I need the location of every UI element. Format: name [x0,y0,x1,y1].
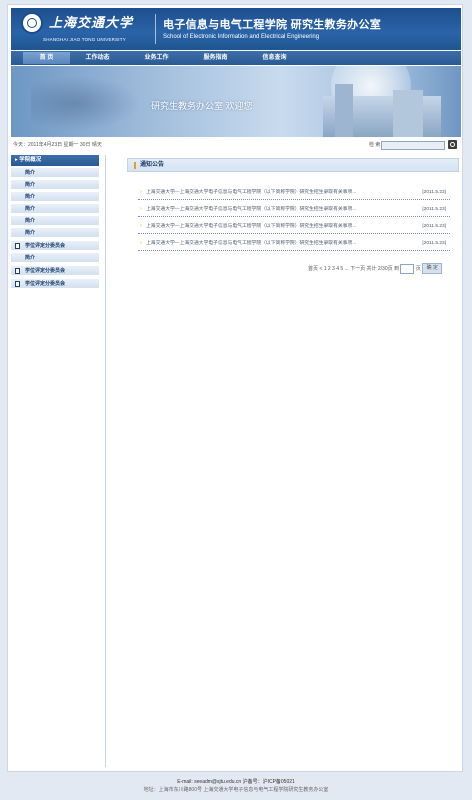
nav-work-news[interactable]: 工作动态 [74,52,121,64]
sidebar-item-label: 简介 [25,170,36,176]
news-title[interactable]: 上海交通大学—上海交通大学电子信息与电气工程学院（以下简称学院）研究生招生录取有… [146,186,356,199]
news-title[interactable]: 上海交通大学—上海交通大学电子信息与电气工程学院（以下简称学院）研究生招生录取有… [146,237,356,250]
site-title: 电子信息与电气工程学院 研究生教务办公室 [163,19,382,31]
sidebar-item-label: 简介 [25,206,36,212]
university-name-en: SHANGHAI JIAO TONG UNIVERSITY [43,37,126,42]
news-date: [2011.5.23] [422,241,446,246]
sidebar-item-label: 简介 [25,182,36,188]
section-marker-icon [134,162,136,169]
news-date: [2011.5.23] [422,207,446,212]
banner-welcome-text: 研究生教务办公室 欢迎您 [151,101,253,111]
sidebar-item-intro[interactable]: 简介 [11,204,99,214]
news-list-item[interactable]: › 上海交通大学—上海交通大学电子信息与电气工程学院（以下简称学院）研究生招生录… [138,203,450,217]
sidebar-item-label: 学位评定分委员会 [25,268,66,274]
sidebar-item-label: 学位评定分委员会 [25,281,66,287]
footer-contact: E-mail: seeadm@sjtu.edu.cn 沪备号：沪ICP备0502… [177,779,295,785]
site-header: 上海交通大学 SHANGHAI JIAO TONG UNIVERSITY 电子信… [11,8,461,50]
sidebar-item-intro[interactable]: 简介 [11,168,99,178]
sidebar-item-label: 简介 [25,255,36,261]
nav-info-query[interactable]: 信息查询 [251,52,298,64]
news-date: [2011.5.23] [422,190,446,195]
footer-address: 地址：上海市东川路800号 上海交通大学电子信息与电气工程学院研究生教务办公室 [143,787,329,793]
sidebar-header-college-overview: ▸ 学院概况 [11,155,99,166]
sidebar-item-degree-committee[interactable]: 学位评定分委员会 [11,241,99,251]
search-input[interactable] [381,141,445,150]
nav-service-guide[interactable]: 服务指南 [192,52,239,64]
sidebar-item-intro[interactable]: 简介 [11,192,99,202]
sidebar-item-label: 简介 [25,218,36,224]
sidebar-item-degree-committee[interactable]: 学位评定分委员会 [11,266,99,276]
welcome-banner: 研究生教务办公室 欢迎您 [11,66,461,137]
nav-home[interactable]: 首 页 [23,52,70,64]
bullet-arrow-icon: › [140,189,142,195]
university-seal-icon [21,12,43,34]
sidebar-item-label: 简介 [25,230,36,236]
sidebar-item-intro[interactable]: 简介 [11,180,99,190]
sidebar: ▸ 学院概况 简介 简介 简介 简介 简介 简介 学位评定分委员会 简介 学位评… [11,155,106,767]
sidebar-item-intro[interactable]: 简介 [11,216,99,226]
site-subtitle: School of Electronic Information and Ele… [163,34,320,40]
bullet-arrow-icon: › [140,240,142,246]
page-container: 上海交通大学 SHANGHAI JIAO TONG UNIVERSITY 电子信… [7,4,463,772]
nav-business[interactable]: 业务工作 [133,52,180,64]
news-list-item[interactable]: › 上海交通大学—上海交通大学电子信息与电气工程学院（以下简称学院）研究生招生录… [138,220,450,234]
university-name-cn: 上海交通大学 [49,16,134,31]
info-bar: 今天：2011年4月23日 星期一 30日 晴天 检 索 [11,138,461,152]
pagination: 首页 < 1 2 3 4 5 ... 下一页 共计 2/30页 到 页 确 定 [308,263,443,274]
news-title[interactable]: 上海交通大学—上海交通大学电子信息与电气工程学院（以下简称学院）研究生招生录取有… [146,203,356,216]
sidebar-item-label: 学位评定分委员会 [25,243,66,249]
news-date: [2011.5.23] [422,224,446,229]
document-icon [15,268,20,274]
main-nav: 首 页 工作动态 业务工作 服务指南 信息查询 [11,51,461,65]
sidebar-item-degree-committee[interactable]: 学位评定分委员会 [11,279,99,289]
page-number-input[interactable] [400,263,415,274]
banner-people-image [31,76,141,131]
go-button[interactable]: 确 定 [422,263,443,274]
sidebar-item-label: 简介 [25,194,36,200]
news-list-item[interactable]: › 上海交通大学—上海交通大学电子信息与电气工程学院（以下简称学院）研究生招生录… [138,237,450,251]
date-weather-text: 今天：2011年4月23日 星期一 30日 晴天 [13,142,102,148]
news-list-item[interactable]: › 上海交通大学—上海交通大学电子信息与电气工程学院（以下简称学院）研究生招生录… [138,186,450,200]
site-footer: E-mail: seeadm@sjtu.edu.cn 沪备号：沪ICP备0502… [0,778,472,800]
bullet-arrow-icon: › [140,206,142,212]
document-icon [15,243,20,249]
notice-section-header: 通知公告 [127,158,459,172]
banner-building-image [323,84,441,137]
page-unit-label: 页 [415,265,421,272]
document-icon [15,281,20,287]
header-divider [155,14,156,44]
section-title: 通知公告 [140,162,165,168]
bullet-arrow-icon: › [140,223,142,229]
search-icon[interactable] [448,140,457,149]
sidebar-item-intro[interactable]: 简介 [11,228,99,238]
news-title[interactable]: 上海交通大学—上海交通大学电子信息与电气工程学院（以下简称学院）研究生招生录取有… [146,220,356,233]
pagination-text[interactable]: 首页 < 1 2 3 4 5 ... 下一页 共计 2/30页 到 [308,266,399,272]
sidebar-item-intro[interactable]: 简介 [11,253,99,263]
search-label: 检 索 [369,142,381,148]
